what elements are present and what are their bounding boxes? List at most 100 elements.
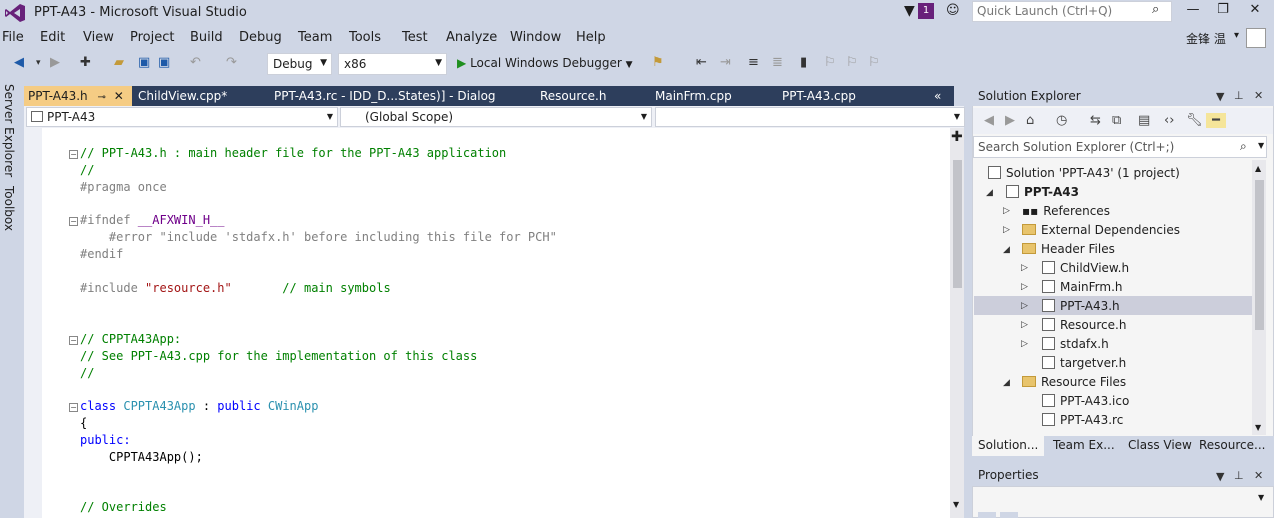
tree-item-mainfrm-h[interactable]: MainFrm.h	[1042, 278, 1123, 297]
tree-item-resource-files[interactable]: Resource Files	[1022, 373, 1126, 392]
bookmark-icon[interactable]: ▮	[800, 55, 807, 70]
tab-ppt-a43-rc-dialog[interactable]: PPT-A43.rc - IDD_D...States)] - Dialog	[270, 86, 500, 106]
toolbox-tab[interactable]: Toolbox	[2, 186, 16, 231]
editor-scrollbar-thumb[interactable]	[953, 160, 962, 288]
menu-project[interactable]: Project	[130, 30, 174, 45]
step-over-icon[interactable]: ⇤	[696, 55, 707, 70]
tree-item-header-files[interactable]: Header Files	[1022, 240, 1115, 259]
minimize-button[interactable]: —	[1180, 2, 1206, 22]
expanded-arrow-icon[interactable]: ◢	[1003, 378, 1010, 388]
clear-bookmarks-icon[interactable]: ⚐	[868, 55, 880, 70]
avatar[interactable]	[1246, 28, 1266, 48]
solution-explorer-search-input[interactable]: Search Solution Explorer (Ctrl+;)	[973, 136, 1267, 158]
menu-window[interactable]: Window	[510, 30, 561, 45]
menu-team[interactable]: Team	[298, 30, 332, 45]
tree-item-project[interactable]: PPT-A43	[1006, 183, 1079, 202]
tree-item-stdafx-h[interactable]: stdafx.h	[1042, 335, 1109, 354]
tab-mainfrm-cpp[interactable]: MainFrm.cpp	[651, 86, 736, 106]
menu-tools[interactable]: Tools	[349, 30, 381, 45]
collapsed-arrow-icon[interactable]: ▷	[1021, 339, 1028, 349]
quick-launch-input[interactable]: Quick Launch (Ctrl+Q)	[972, 1, 1172, 22]
alphabetical-icon[interactable]	[1000, 512, 1018, 518]
menu-debug[interactable]: Debug	[239, 30, 282, 45]
collapsed-arrow-icon[interactable]: ▷	[1003, 206, 1010, 216]
collapsed-arrow-icon[interactable]: ▷	[1021, 263, 1028, 273]
account-name[interactable]: 金锋 温	[1186, 30, 1226, 47]
tree-item-ppt-a43-h[interactable]: PPT-A43.h	[1042, 297, 1120, 316]
scope-select[interactable]: (Global Scope) ▼	[340, 107, 652, 127]
tree-item-targetver-h[interactable]: targetver.h	[1042, 354, 1126, 373]
menu-edit[interactable]: Edit	[40, 30, 65, 45]
panel-menu-icon[interactable]: ▼	[1216, 470, 1224, 483]
comment-icon[interactable]: ≡	[748, 55, 759, 70]
show-all-files-icon[interactable]: ▤	[1138, 113, 1150, 128]
menu-view[interactable]: View	[83, 30, 114, 45]
find-in-files-icon[interactable]: ⚑	[652, 55, 664, 70]
maximize-button[interactable]: ❐	[1210, 2, 1236, 22]
tab-resource-view[interactable]: Resource...	[1199, 438, 1265, 452]
sync-icon[interactable]: ⇆	[1090, 113, 1101, 128]
tree-item-ppt-a43-ico[interactable]: PPT-A43.ico	[1042, 392, 1129, 411]
collapsed-arrow-icon[interactable]: ▷	[1021, 301, 1028, 311]
collapsed-arrow-icon[interactable]: ▷	[1021, 320, 1028, 330]
expanded-arrow-icon[interactable]: ◢	[986, 188, 993, 198]
navigate-back-icon[interactable]: ◀	[14, 55, 24, 70]
scroll-down-icon[interactable]: ▼	[1255, 423, 1261, 432]
step-into-icon[interactable]: ⇥	[720, 55, 731, 70]
close-button[interactable]: ✕	[1242, 2, 1268, 22]
view-code-icon[interactable]: ‹›	[1164, 113, 1174, 128]
scroll-down-icon[interactable]: ▼	[953, 500, 959, 509]
close-icon[interactable]: ✕	[1254, 469, 1263, 482]
scroll-up-icon[interactable]: ▲	[1255, 164, 1261, 173]
tab-ppt-a43-cpp[interactable]: PPT-A43.cpp	[778, 86, 860, 106]
solution-configuration-select[interactable]: Debug ▼	[267, 53, 332, 75]
save-icon[interactable]: ▣	[138, 55, 150, 70]
collapse-all-icon[interactable]: ⧉	[1112, 113, 1121, 128]
feedback-icon[interactable]: ☺	[946, 3, 960, 18]
start-debugger-button[interactable]: ▶ Local Windows Debugger ▼	[454, 53, 636, 75]
tree-item-resource-h[interactable]: Resource.h	[1042, 316, 1126, 335]
menu-build[interactable]: Build	[190, 30, 223, 45]
open-file-icon[interactable]: ▰	[114, 55, 124, 70]
tab-solution-explorer[interactable]: Solution...	[972, 436, 1044, 456]
notification-badge[interactable]: 1	[918, 3, 934, 19]
tab-class-view[interactable]: Class View	[1128, 438, 1192, 452]
menu-help[interactable]: Help	[576, 30, 606, 45]
member-select[interactable]: ▼	[655, 107, 965, 127]
menu-test[interactable]: Test	[402, 30, 428, 45]
save-all-icon[interactable]: ▣	[158, 55, 170, 70]
tree-item-ppt-a43-rc[interactable]: PPT-A43.rc	[1042, 411, 1123, 430]
tab-overflow-icon[interactable]: «	[930, 86, 945, 106]
tree-item-external-dependencies[interactable]: External Dependencies	[1022, 221, 1180, 240]
collapsed-arrow-icon[interactable]: ▷	[1021, 282, 1028, 292]
back-icon[interactable]: ◀	[984, 113, 994, 128]
search-options-icon[interactable]: ▼	[1258, 141, 1264, 150]
search-icon[interactable]: ⌕	[1152, 2, 1159, 17]
pin-icon[interactable]: ⊥	[1234, 469, 1244, 482]
close-icon[interactable]: ✕	[1254, 89, 1263, 102]
split-editor-icon[interactable]: ✚	[951, 129, 963, 145]
tab-resource-h[interactable]: Resource.h	[536, 86, 610, 106]
tab-childview-cpp[interactable]: ChildView.cpp*	[134, 86, 231, 106]
collapse-toggle-icon[interactable]: −	[69, 336, 78, 345]
server-explorer-tab[interactable]: Server Explorer	[2, 84, 16, 177]
categorized-icon[interactable]	[978, 512, 996, 518]
collapse-toggle-icon[interactable]: −	[69, 403, 78, 412]
new-project-icon[interactable]: ✚	[80, 55, 91, 70]
uncomment-icon[interactable]: ≣	[772, 55, 783, 70]
menu-analyze[interactable]: Analyze	[446, 30, 497, 45]
navigate-forward-icon[interactable]: ▶	[50, 55, 60, 70]
tree-item-references[interactable]: ▪▪ References	[1022, 202, 1110, 221]
panel-menu-icon[interactable]: ▼	[1216, 90, 1224, 103]
tree-item-solution[interactable]: Solution 'PPT-A43' (1 project)	[988, 164, 1180, 183]
previous-bookmark-icon[interactable]: ⚐	[824, 55, 836, 70]
tab-team-explorer[interactable]: Team Ex...	[1053, 438, 1115, 452]
pending-changes-filter-icon[interactable]: ◷	[1056, 113, 1067, 128]
collapse-toggle-icon[interactable]: −	[69, 217, 78, 226]
redo-icon[interactable]: ↷	[226, 55, 237, 70]
solution-explorer-scrollbar-thumb[interactable]	[1255, 180, 1264, 330]
properties-object-dropdown-icon[interactable]: ▼	[1258, 493, 1264, 502]
solution-platform-select[interactable]: x86 ▼	[338, 53, 447, 75]
next-bookmark-icon[interactable]: ⚐	[846, 55, 858, 70]
search-icon[interactable]: ⌕	[1240, 139, 1247, 154]
